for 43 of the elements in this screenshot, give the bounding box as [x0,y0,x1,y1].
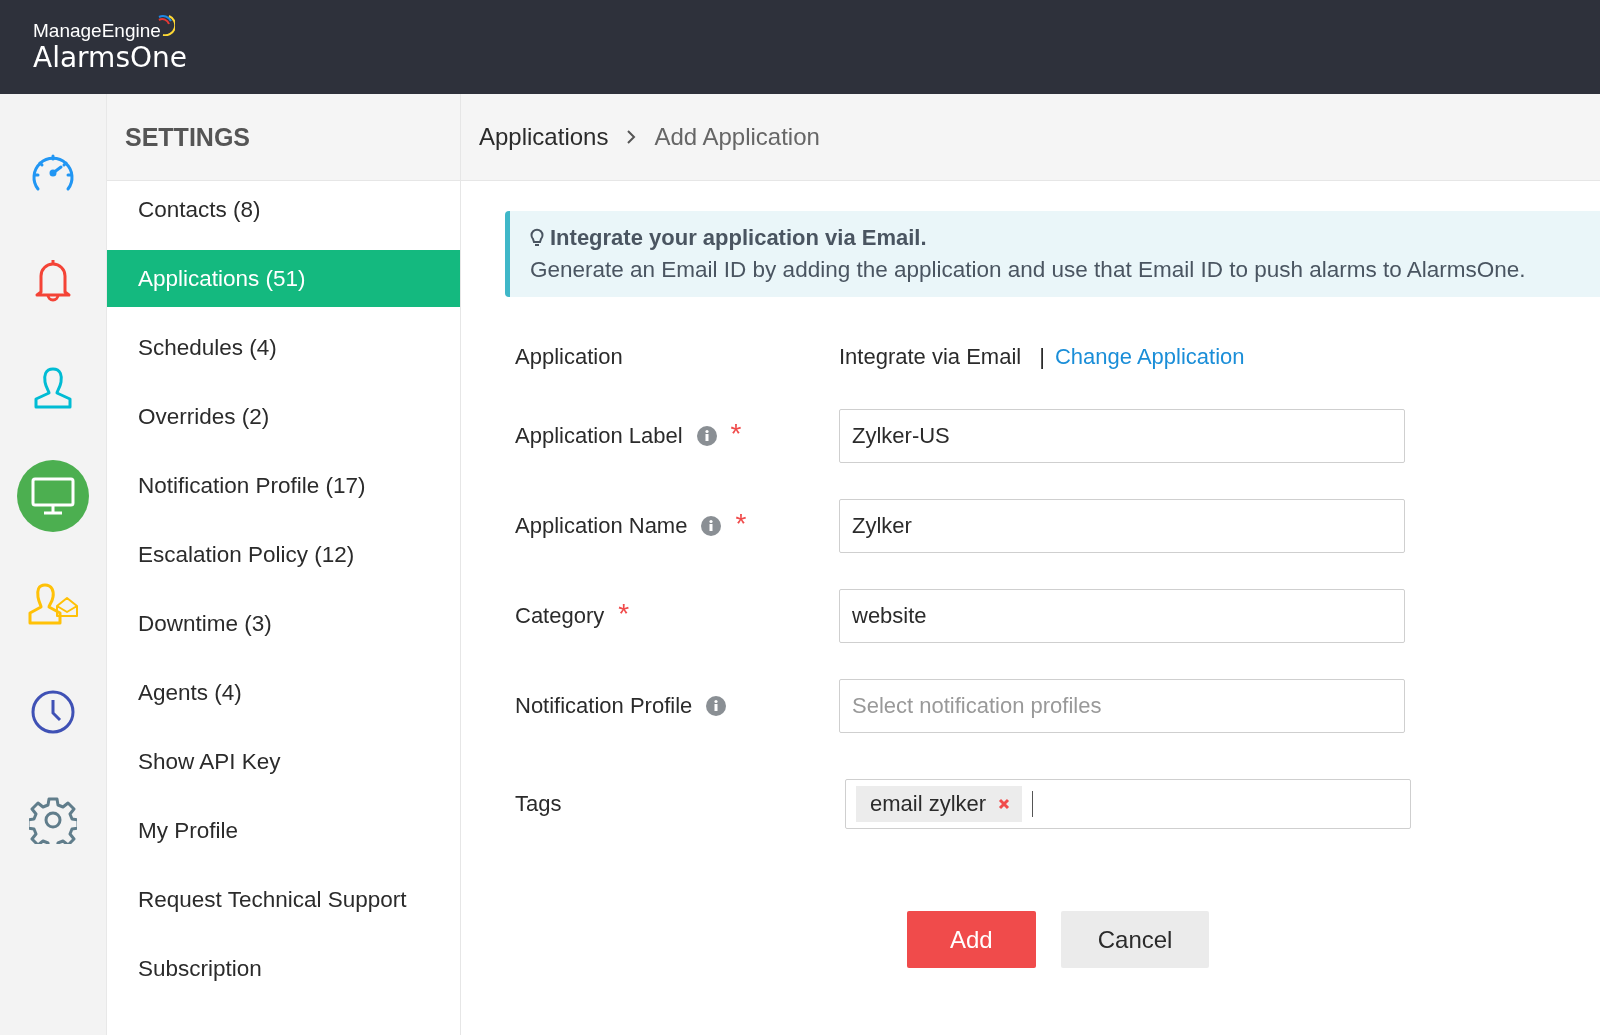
required-asterisk: * [730,424,742,444]
info-text: Generate an Email ID by adding the application and use that Email ID to push alarms to AlarmsOne. [530,257,1527,283]
cancel-button[interactable]: Cancel [1060,911,1210,968]
breadcrumb-current: Add Application [654,123,820,151]
tag-text: email zylker [870,791,987,817]
sidebar-item[interactable]: Contacts (8) [107,181,460,238]
input-field[interactable]: Select notification profiles [839,679,1405,733]
sidebar-item[interactable]: Notification Profile (17) [107,457,460,514]
sidebar-title: SETTINGS [125,122,250,152]
product-name: AlarmsOne [33,42,187,74]
sidebar-item[interactable]: My Profile [107,802,460,859]
required-asterisk: * [618,604,630,624]
separator-text: | [1039,344,1045,370]
text-cursor [1032,791,1034,817]
sidebar-item[interactable]: Request Technical Support [107,871,460,928]
field-label: Category [515,603,605,629]
tags-field[interactable]: email zylker [845,779,1411,829]
field-label: Application Name [515,513,688,539]
monitor-icon [30,476,76,516]
input-field[interactable]: Zylker-US [839,409,1405,463]
chevron-icon [626,129,637,145]
sidebar-item[interactable]: Schedules (4) [107,319,460,376]
change-application-link[interactable]: Change Application [1054,344,1245,370]
input-field[interactable]: website [839,589,1405,643]
sidebar-item[interactable]: Escalation Policy (12) [107,526,460,583]
field-label: Application Label [515,423,683,449]
remove-icon[interactable] [998,798,1011,810]
input-field[interactable]: Zylker [839,499,1405,553]
breadcrumb-link[interactable]: Applications [479,123,609,151]
lightbulb-icon [530,228,544,248]
sidebar-item[interactable]: Subscription [107,940,460,997]
field-label: Application [515,344,623,370]
field-value: Integrate via Email [839,344,1022,370]
brand-name: ManageEngine [33,20,161,42]
sidebar-item[interactable]: Show API Key [107,733,460,790]
sidebar-item[interactable]: Overrides (2) [107,388,460,445]
field-label: Notification Profile [515,693,693,719]
field-label: Tags [515,791,562,817]
required-asterisk: * [735,514,747,534]
info-title: Integrate your application via Email. [550,225,927,251]
sidebar-item[interactable]: Agents (4) [107,664,460,721]
sidebar-item[interactable]: Downtime (3) [107,595,460,652]
add-button[interactable]: Add [907,911,1036,968]
